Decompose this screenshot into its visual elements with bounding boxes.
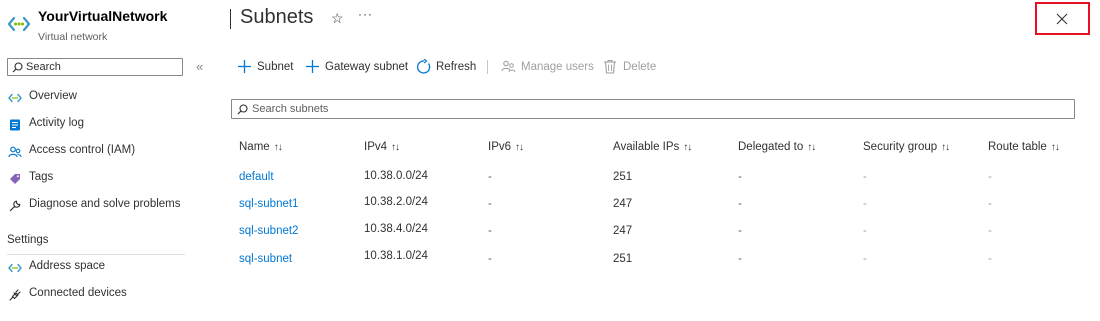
subnet-name-link[interactable]: sql-subnet2 [239,225,298,237]
sort-icon: ↑↓ [683,142,692,153]
column-header-label: Available IPs [613,141,680,153]
vnet-icon [8,263,22,273]
refresh-icon [416,59,431,74]
collapse-menu-button[interactable]: « [196,59,203,74]
title-separator [230,9,231,29]
manage-users-label: Manage users [521,61,594,73]
wrench-icon [9,200,21,212]
cell-ipv6: - [488,198,492,210]
close-icon [1056,13,1068,25]
resource-type: Virtual network [38,31,108,43]
subnet-search-box[interactable] [231,99,1075,119]
cell-available-ips: 247 [613,225,633,237]
cell-delegated-to: - [738,171,742,183]
cell-ipv6: - [488,253,492,265]
cell-route-table: - [988,198,992,210]
sort-icon: ↑↓ [515,142,524,153]
sort-icon: ↑↓ [807,142,816,153]
virtual-network-logo-icon [7,16,31,32]
cell-available-ips: 251 [613,171,633,183]
menu-item-tags[interactable]: Tags [0,166,200,192]
cell-ipv4: 10.38.2.0/24 [364,196,428,208]
column-header-ipv4[interactable]: IPv4 ↑↓ [364,141,400,153]
favorite-star-icon[interactable]: ☆ [331,10,344,27]
sort-icon: ↑↓ [941,142,950,153]
column-header-label: IPv6 [488,141,512,153]
menu-item-access-control[interactable]: Access control (IAM) [0,139,200,165]
menu-item-label: Tags [29,171,54,183]
column-header-label: Route table [988,141,1047,153]
column-header-route-table[interactable]: Route table ↑↓ [988,141,1060,153]
cell-security-group: - [863,198,867,210]
more-actions-button[interactable]: ··· [358,7,373,21]
cell-delegated-to: - [738,225,742,237]
column-header-label: Security group [863,141,938,153]
cell-ipv4: 10.38.0.0/24 [364,170,428,182]
cell-security-group: - [863,253,867,265]
trash-icon [604,60,616,74]
column-header-available-ips[interactable]: Available IPs ↑↓ [613,141,692,153]
delete-label: Delete [623,61,657,73]
cell-ipv4: 10.38.1.0/24 [364,250,428,262]
menu-item-label: Address space [29,260,106,272]
plus-icon [306,60,319,73]
search-icon [12,62,23,73]
menu-item-diagnose[interactable]: Diagnose and solve problems [0,193,200,219]
search-icon [237,104,248,115]
subnet-name-link[interactable]: default [239,171,274,183]
subnet-name-link[interactable]: sql-subnet1 [239,198,298,210]
column-header-label: Name [239,141,270,153]
cell-route-table: - [988,253,992,265]
menu-item-label: Diagnose and solve problems [29,198,181,210]
cell-security-group: - [863,171,867,183]
toolbar-divider [487,60,488,74]
plug-icon [9,289,21,301]
section-header-settings: Settings [7,234,49,246]
sort-icon: ↑↓ [273,142,283,153]
menu-item-label: Overview [29,90,77,102]
cell-delegated-to: - [738,198,742,210]
cell-security-group: - [863,225,867,237]
iam-people-icon [8,146,22,158]
sort-icon: ↑↓ [391,142,400,153]
cell-route-table: - [988,171,992,183]
close-button[interactable] [1035,2,1090,35]
subnet-name-link[interactable]: sql-subnet [239,253,292,265]
cell-ipv6: - [488,171,492,183]
cell-available-ips: 251 [613,253,633,265]
cell-delegated-to: - [738,253,742,265]
menu-item-connected-devices[interactable]: Connected devices [0,282,200,308]
menu-item-activity-log[interactable]: Activity log [0,112,200,138]
cell-ipv6: - [488,225,492,237]
refresh-label: Refresh [436,61,477,73]
vnet-icon [8,93,22,103]
column-header-security-group[interactable]: Security group ↑↓ [863,141,950,153]
menu-item-label: Connected devices [29,287,127,299]
menu-item-overview[interactable]: Overview [0,85,200,111]
cell-available-ips: 247 [613,198,633,210]
menu-search-box[interactable] [7,58,183,76]
menu-item-address-space[interactable]: Address space [0,255,200,281]
page-title: Subnets [240,6,314,28]
cell-ipv4: 10.38.4.0/24 [364,223,428,235]
menu-search-input[interactable] [26,59,176,75]
column-header-label: IPv4 [364,141,388,153]
cell-route-table: - [988,225,992,237]
menu-item-label: Activity log [29,117,84,129]
manage-users-icon [501,60,516,73]
column-header-label: Delegated to [738,141,804,153]
plus-icon [238,60,251,73]
subnet-search-input[interactable] [252,101,1052,117]
activity-log-icon [10,119,20,131]
sort-icon: ↑↓ [1050,142,1060,153]
column-header-ipv6[interactable]: IPv6 ↑↓ [488,141,524,153]
add-subnet-label: Subnet [257,61,294,73]
column-header-name[interactable]: Name ↑↓ [239,141,283,153]
tag-icon [10,174,20,184]
menu-item-label: Access control (IAM) [29,144,136,156]
add-gateway-subnet-label: Gateway subnet [325,61,409,73]
resource-name: YourVirtualNetwork [38,8,168,24]
column-header-delegated-to[interactable]: Delegated to ↑↓ [738,141,816,153]
